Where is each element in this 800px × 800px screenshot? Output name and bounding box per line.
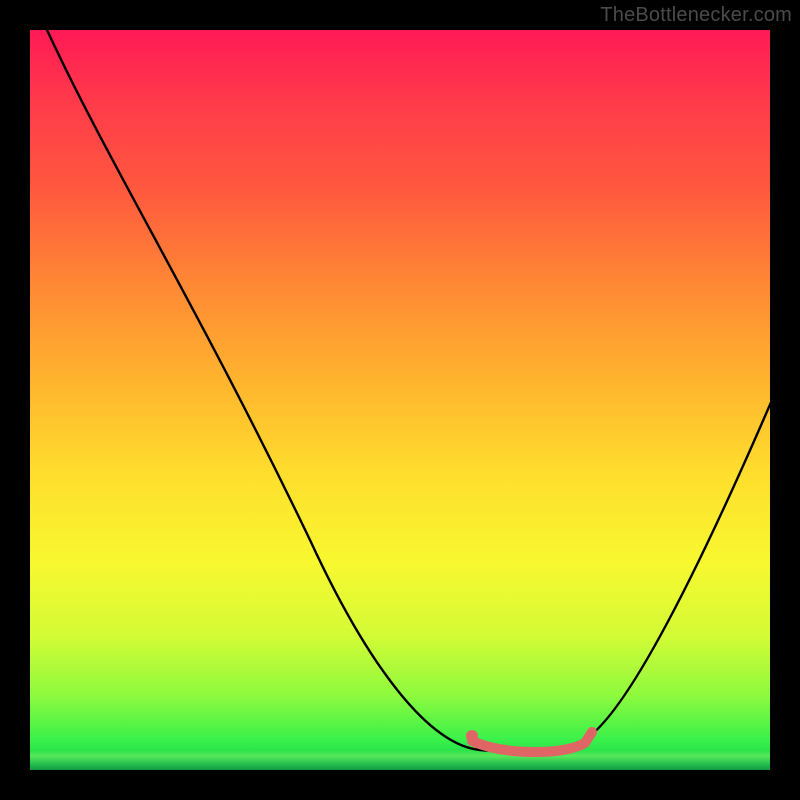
- chart-frame: TheBottlenecker.com: [0, 0, 800, 800]
- optimal-range-marker: [472, 732, 592, 752]
- curve-path: [38, 30, 770, 752]
- bottleneck-curve: [30, 30, 770, 770]
- optimal-range-start-dot: [466, 730, 478, 742]
- plot-area: [30, 30, 770, 770]
- attribution-text: TheBottlenecker.com: [600, 4, 792, 27]
